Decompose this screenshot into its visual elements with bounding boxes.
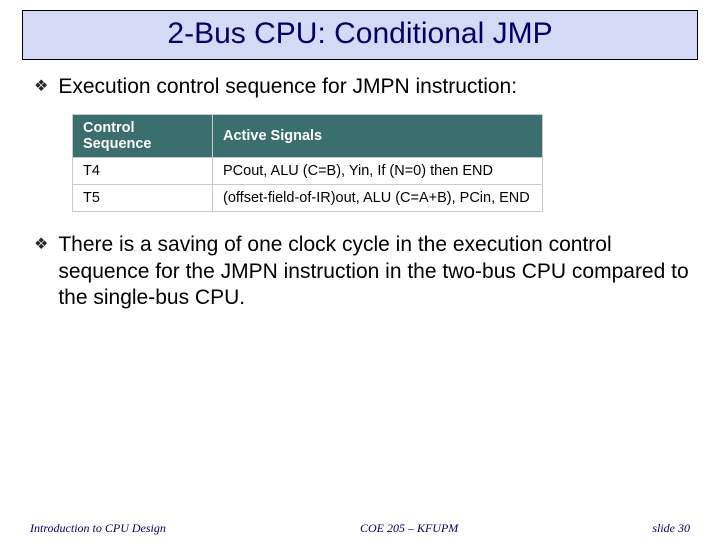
table-row: T4 PCout, ALU (C=B), Yin, If (N=0) then … (73, 158, 543, 185)
bullet-text: Execution control sequence for JMPN inst… (58, 74, 517, 100)
table-cell: T4 (73, 158, 213, 185)
table-cell: (offset-field-of-IR)out, ALU (C=A+B), PC… (213, 185, 543, 212)
table-row: T5 (offset-field-of-IR)out, ALU (C=A+B),… (73, 185, 543, 212)
table-header-row: Control Sequence Active Signals (73, 115, 543, 158)
slide-footer: Introduction to CPU Design COE 205 – KFU… (0, 521, 720, 536)
footer-center: COE 205 – KFUPM (360, 521, 458, 536)
slide-title: 2-Bus CPU: Conditional JMP (167, 17, 552, 50)
bullet-text: There is a saving of one clock cycle in … (58, 232, 690, 311)
table-header: Active Signals (213, 115, 543, 158)
table-header: Control Sequence (73, 115, 213, 158)
footer-left: Introduction to CPU Design (30, 521, 166, 536)
slide-content: ❖ Execution control sequence for JMPN in… (0, 60, 720, 311)
table-cell: PCout, ALU (C=B), Yin, If (N=0) then END (213, 158, 543, 185)
bullet-item: ❖ There is a saving of one clock cycle i… (34, 232, 690, 311)
bullet-item: ❖ Execution control sequence for JMPN in… (34, 74, 690, 100)
control-sequence-table: Control Sequence Active Signals T4 PCout… (72, 114, 690, 212)
diamond-bullet-icon: ❖ (34, 233, 48, 257)
diamond-bullet-icon: ❖ (34, 75, 48, 99)
table-cell: T5 (73, 185, 213, 212)
footer-right: slide 30 (652, 521, 690, 536)
slide-title-bar: 2-Bus CPU: Conditional JMP (22, 10, 698, 60)
table: Control Sequence Active Signals T4 PCout… (72, 114, 543, 212)
